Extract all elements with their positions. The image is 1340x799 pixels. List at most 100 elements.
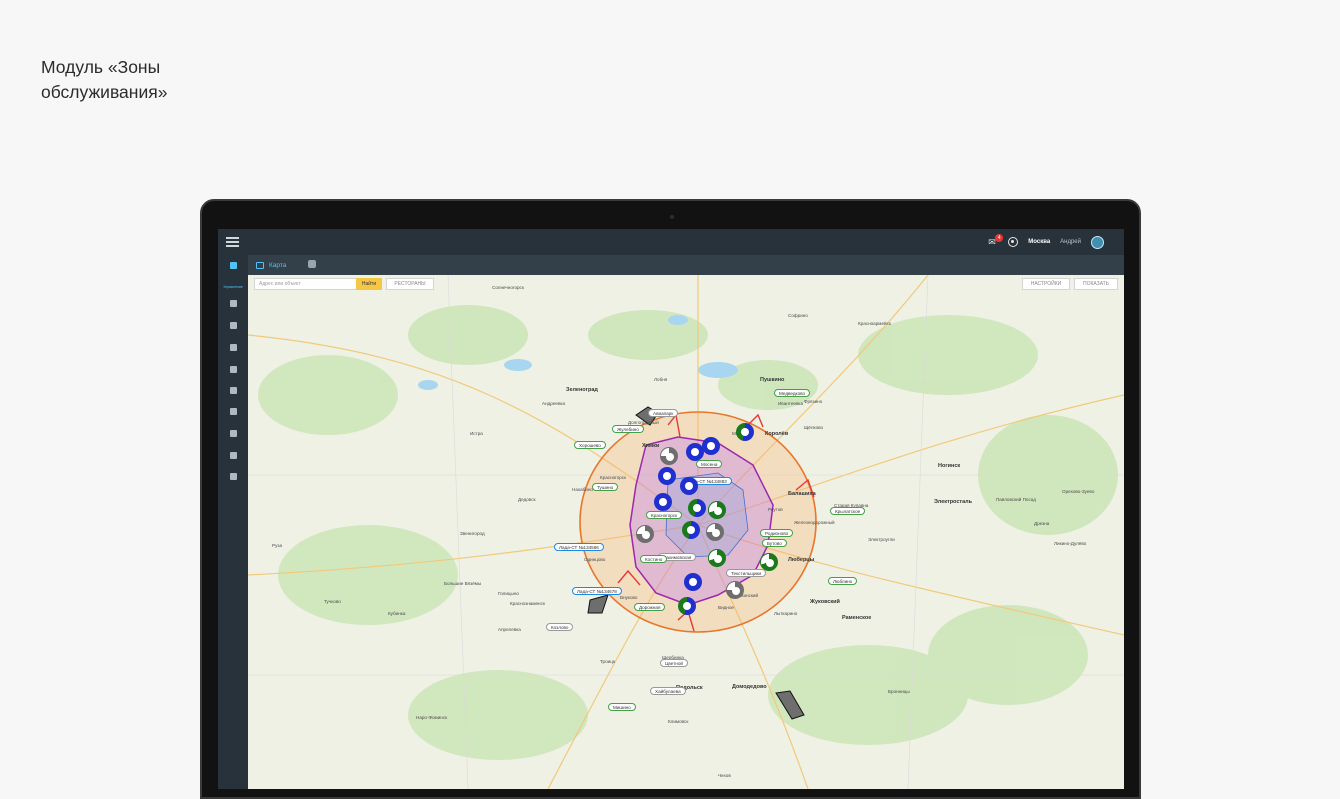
zone-marker[interactable] [706,523,724,541]
zone-marker[interactable] [654,493,672,511]
map-place: Софрино [788,313,808,318]
sidebar-item-runner[interactable] [218,359,248,380]
map-place: Электроугли [868,537,895,542]
map-place: Наро-Фоминск [416,715,448,720]
zone-marker[interactable] [660,447,678,465]
zone-tag[interactable]: Хорошево [574,441,606,449]
laptop-frame: ✉ 4 Москва Андрей Карта Управление Солне… [200,199,1141,799]
zone-marker[interactable] [726,581,744,599]
zone-tag[interactable]: Медведково [774,389,811,397]
schedule-icon [229,452,237,459]
map-place: Балашиха [788,491,816,497]
location-target-icon[interactable] [1008,237,1019,247]
runner-icon [229,366,237,373]
zone-tag[interactable]: Хайбулаева [650,687,686,695]
zone-tag[interactable]: Дорожная [634,603,666,611]
zone-marker[interactable] [678,597,696,615]
zone-marker[interactable] [736,423,754,441]
city-selector[interactable]: Москва [1028,239,1050,245]
map-place: Видное [718,605,734,610]
tab-map[interactable]: Карта [256,259,286,271]
gear-icon [229,408,237,415]
sidebar-item-courier[interactable] [218,337,248,358]
notifications-icon[interactable]: ✉ 4 [988,233,1004,247]
map-place: Домодедово [732,684,767,690]
search-button[interactable]: Найти [356,278,382,290]
map-place: Химки [642,443,660,449]
columns-icon [229,300,237,307]
sidebar-item-calendar[interactable] [218,423,248,444]
zone-marker[interactable] [708,501,726,519]
zone-marker[interactable] [702,437,720,455]
zone-marker[interactable] [708,549,726,567]
map-place: Фрязино [804,399,823,404]
zone-marker[interactable] [682,521,700,539]
sidebar-item-settings[interactable] [218,401,248,422]
zone-tag[interactable]: Жулебино [612,425,644,433]
zone-tag[interactable]: Крылатское [830,507,866,515]
map-place: Королёв [765,431,789,437]
zone-tag[interactable]: Лада-СТ №134566 [554,543,604,551]
show-button[interactable]: ПОКАЗАТЬ [1074,278,1118,290]
map-place: Кубинка [388,611,406,616]
user-name[interactable]: Андрей [1060,239,1081,245]
map-place: Бронницы [888,689,910,694]
map-place: Климовск [668,719,689,724]
sidebar: Управление [218,255,248,789]
zone-marker[interactable] [684,573,702,591]
map-place: Реутов [768,507,783,512]
zone-tag[interactable]: Бутово [762,539,787,547]
map-place: Красноармейск [858,321,891,326]
menu-icon[interactable] [226,237,239,247]
map-place: Электросталь [934,499,973,505]
zone-tag[interactable]: Костино [640,555,668,563]
zone-tag[interactable]: Козлово [546,623,574,631]
sidebar-item-map[interactable] [218,466,248,487]
map-icon [229,473,237,480]
map-place: Внуково [620,595,638,600]
map-place: Жуковский [810,599,840,605]
zone-tag[interactable]: Родионово [760,529,794,537]
zone-marker[interactable] [688,499,706,517]
zone-tag[interactable]: Авиапарк [648,409,679,417]
zone-tag[interactable]: Тушино [592,483,619,491]
sidebar-item-list[interactable] [218,315,248,336]
dashboard-icon [229,262,237,269]
sidebar-item-schedule[interactable] [218,445,248,466]
avatar[interactable] [1091,235,1104,249]
zone-marker[interactable] [636,525,654,543]
map-place: Одинцово [584,557,606,562]
zone-tag[interactable]: Лада-СТ №134678 [572,587,622,595]
zone-tag[interactable]: Текстильщики [726,569,767,577]
image-icon [229,387,237,394]
map-tab-icon [256,261,264,269]
sidebar-item-management[interactable] [218,255,248,276]
zone-marker[interactable] [680,477,698,495]
map-place: Зеленоград [566,387,598,393]
zone-tag[interactable]: Мосена [696,460,723,468]
calendar-icon [229,430,237,437]
list-icon [229,322,237,329]
map-view[interactable]: Солнечногорск Зеленоград Андреевка Лобня… [248,275,1124,789]
zone-tag[interactable]: Красногорск [646,511,683,519]
tab-secondary-icon[interactable] [308,260,316,268]
zone-tag[interactable]: Мишино [608,703,636,711]
sidebar-item-image[interactable] [218,380,248,401]
map-place: Ногинск [938,463,961,469]
courier-icon [229,344,237,351]
map-place: Истра [470,431,483,436]
settings-button[interactable]: НАСТРОЙКИ [1022,278,1070,290]
tab-bar: Карта [248,255,1124,275]
map-place: Орехово-Зуево [1062,489,1095,494]
zone-marker[interactable] [760,553,778,571]
zone-marker[interactable] [658,467,676,485]
restaurants-button[interactable]: РЕСТОРАНЫ [386,278,434,290]
map-place: Большие Вязёмы [444,581,482,586]
app-screen: ✉ 4 Москва Андрей Карта Управление Солне… [218,229,1124,789]
sidebar-item-columns[interactable] [218,293,248,314]
sidebar-item-management-label: Управление [223,285,243,289]
map-place: Звенигород [460,531,485,536]
zone-tag[interactable]: Цветной [660,659,688,667]
map-place: Троицк [600,659,615,664]
zone-tag[interactable]: Люблино [828,577,858,585]
